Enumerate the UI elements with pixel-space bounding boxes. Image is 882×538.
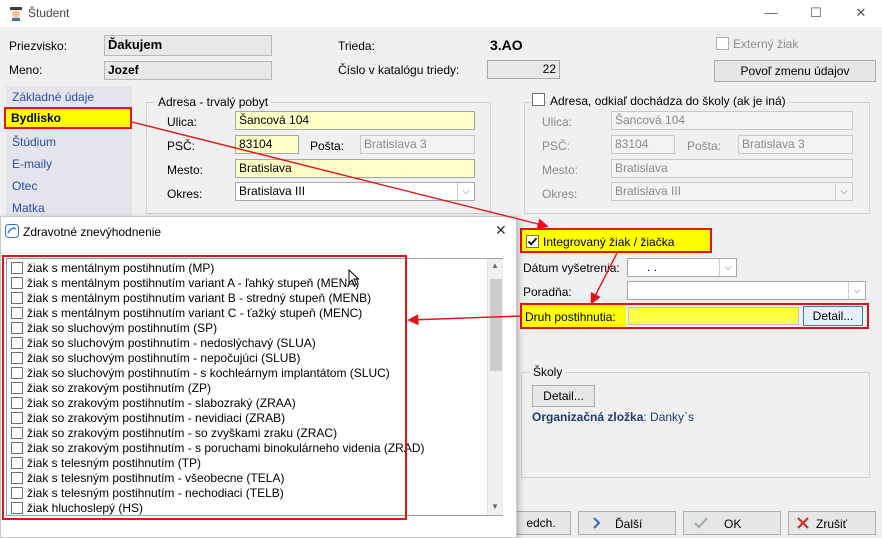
arrow-integrated-to-disability — [590, 252, 618, 305]
annotation-arrows — [131, 121, 618, 326]
arrow-disability-to-list — [407, 314, 523, 326]
arrow-residence-to-integrated — [131, 121, 549, 230]
